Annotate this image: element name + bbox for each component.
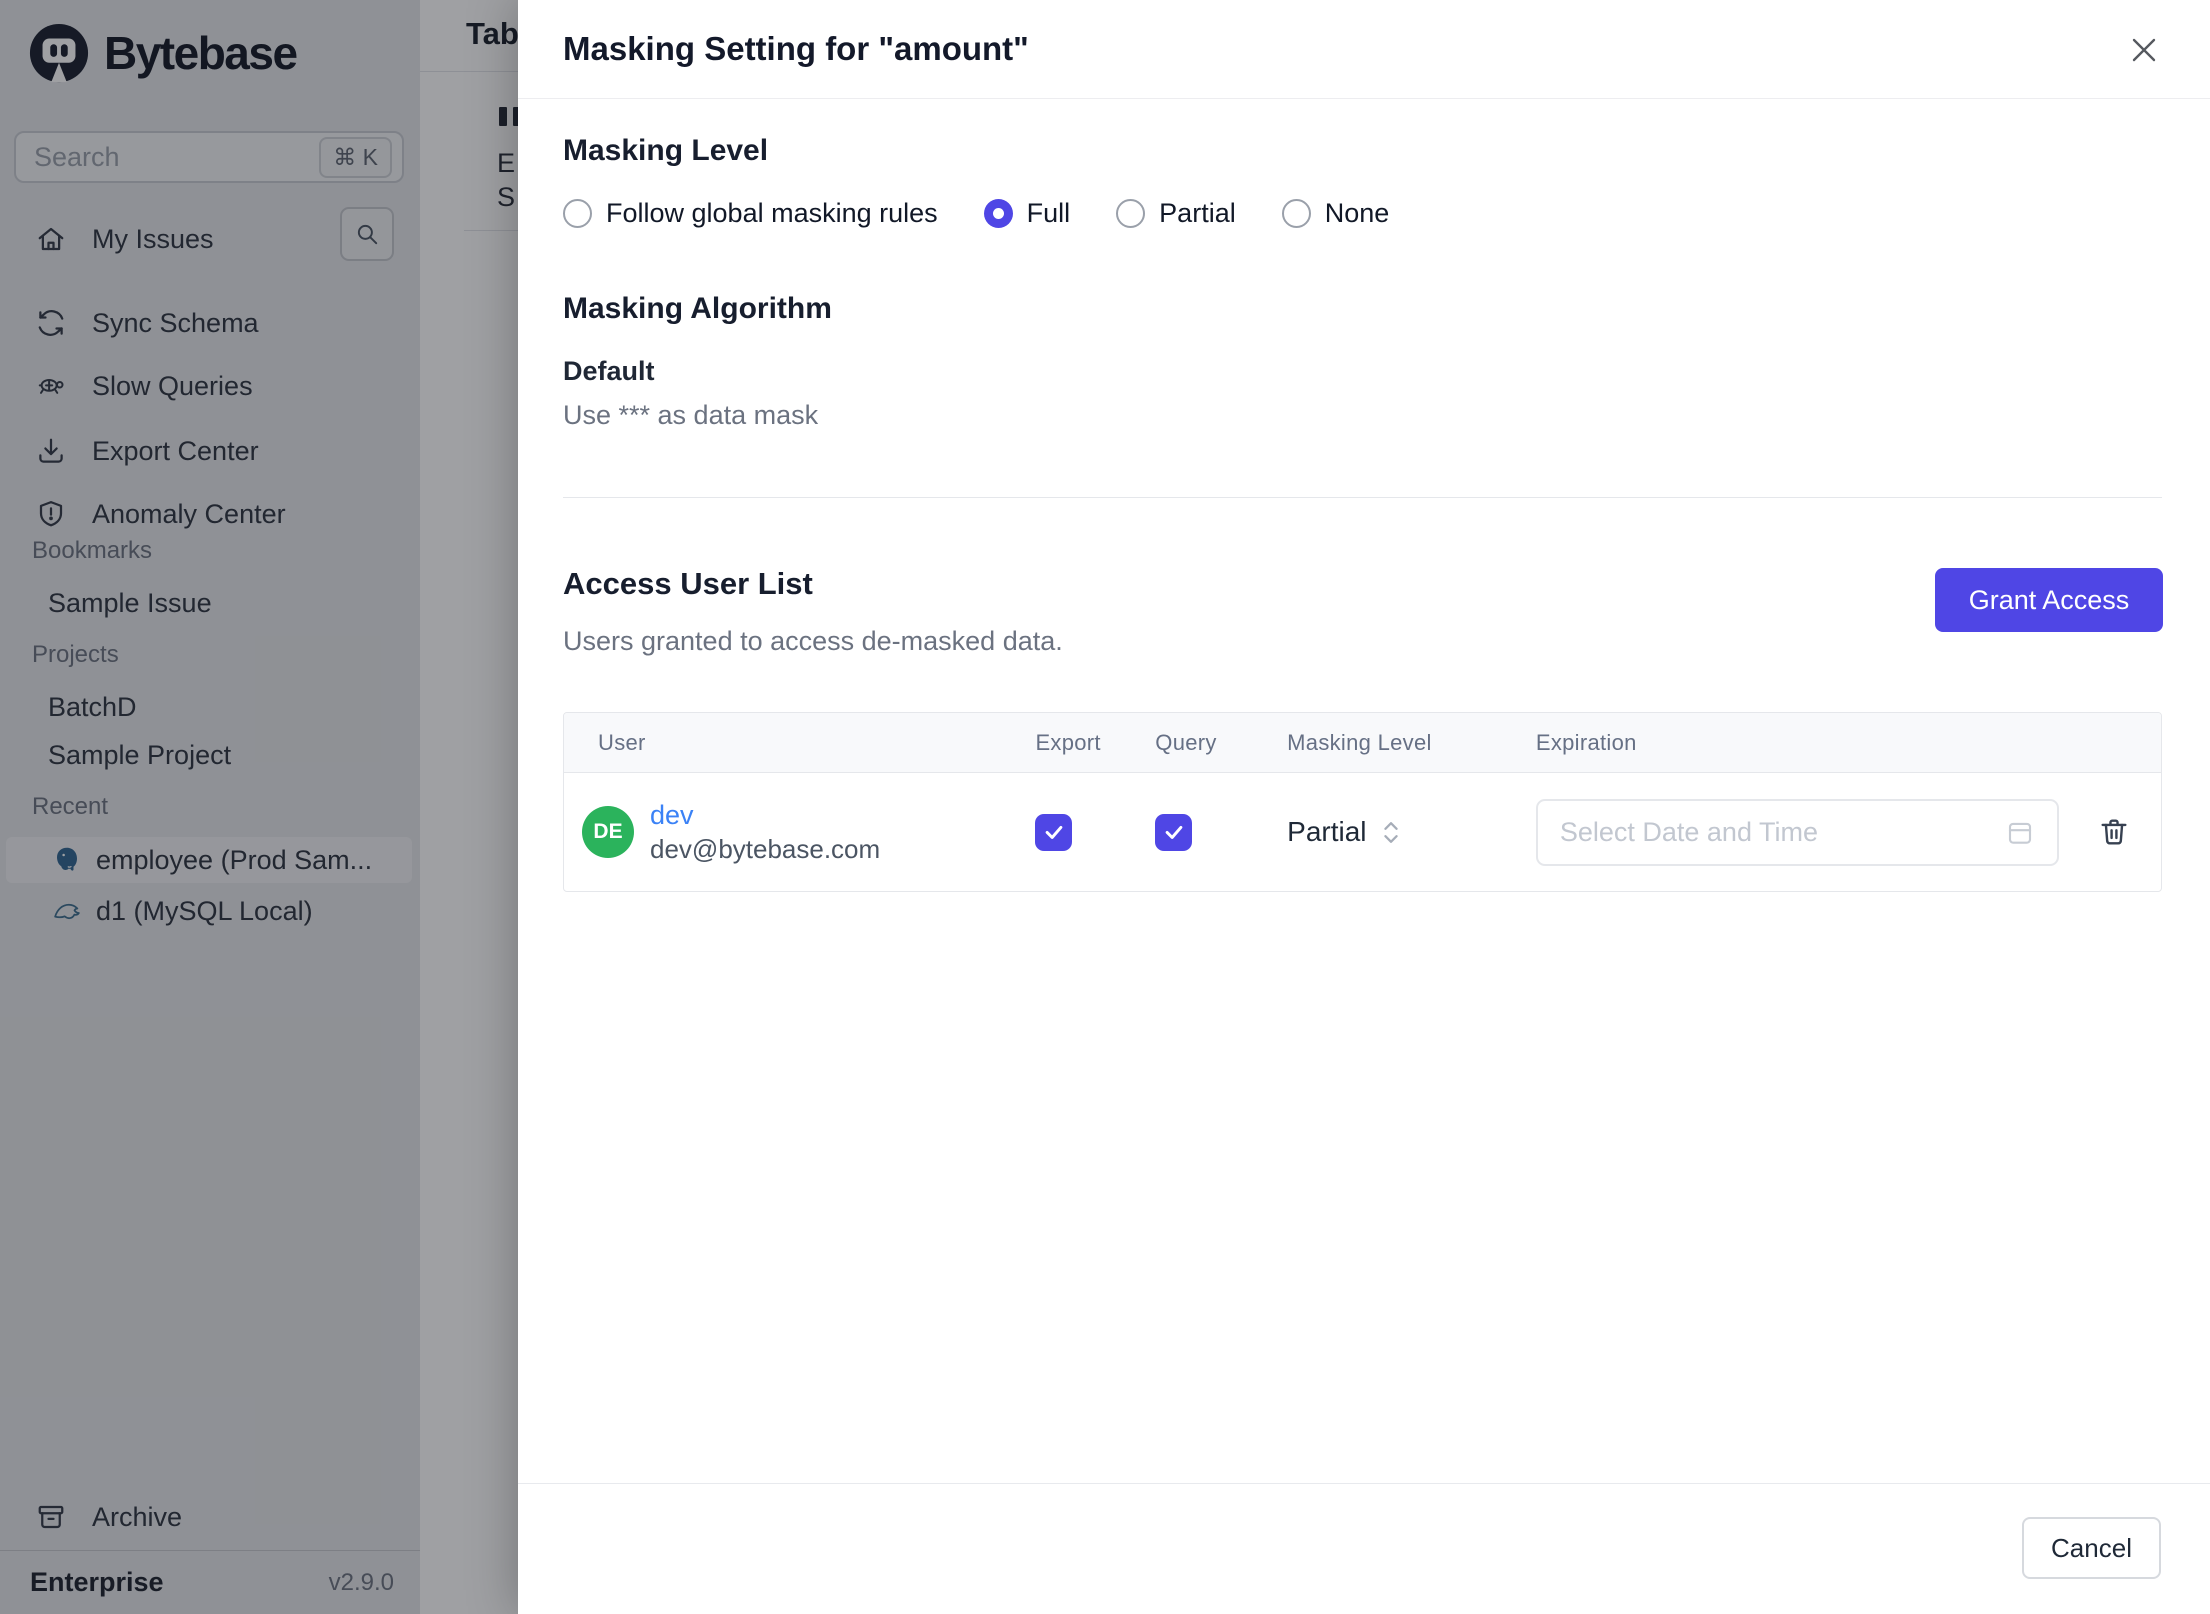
column-header-export: Export xyxy=(1035,729,1101,755)
radio-option-none[interactable]: None xyxy=(1281,198,1389,229)
radio-option-full[interactable]: Full xyxy=(983,198,1070,229)
radio-icon[interactable] xyxy=(1281,199,1311,228)
masking-level-select[interactable]: Partial xyxy=(1287,816,1366,848)
modal-title: Masking Setting for "amount" xyxy=(563,30,1029,67)
radio-option-partial[interactable]: Partial xyxy=(1116,198,1236,229)
expiration-date-input[interactable]: Select Date and Time xyxy=(1535,798,2059,866)
expiration-cell: Select Date and Time xyxy=(1512,798,2161,866)
query-checkbox[interactable] xyxy=(1155,813,1193,851)
masking-setting-modal: Masking Setting for "amount" Masking Lev… xyxy=(518,0,2210,1614)
modal-header: Masking Setting for "amount" xyxy=(518,0,2210,99)
divider xyxy=(518,1483,2210,1484)
query-cell xyxy=(1145,813,1265,851)
algorithm-name: Default xyxy=(563,356,655,386)
table-row: DE dev dev@bytebase.com Partial Select D… xyxy=(564,773,2161,891)
access-user-table: User Export Query Masking Level Expirati… xyxy=(563,712,2162,892)
masking-level-cell: Partial xyxy=(1265,816,1512,848)
divider xyxy=(563,497,2162,498)
access-user-list-subtitle: Users granted to access de-masked data. xyxy=(563,626,1063,656)
radio-icon[interactable] xyxy=(983,199,1013,228)
user-link[interactable]: dev xyxy=(650,799,880,833)
user-email: dev@bytebase.com xyxy=(650,833,881,864)
column-header-query: Query xyxy=(1155,729,1217,755)
close-icon xyxy=(2132,38,2156,62)
access-user-list-heading: Access User List xyxy=(563,566,813,601)
masking-level-heading: Masking Level xyxy=(563,134,769,167)
radio-icon[interactable] xyxy=(563,199,592,228)
radio-option-follow-global[interactable]: Follow global masking rules xyxy=(563,198,938,229)
check-icon xyxy=(1045,825,1063,839)
masking-level-options: Follow global masking rules Full Partial… xyxy=(563,198,1389,229)
close-button[interactable] xyxy=(2126,32,2162,68)
chevron-updown-icon[interactable] xyxy=(1383,821,1399,844)
export-cell xyxy=(1015,813,1145,851)
masking-algorithm-heading: Masking Algorithm xyxy=(563,292,832,325)
grant-access-button[interactable]: Grant Access xyxy=(1935,568,2163,632)
bytebase-app: Bytebase Search ⌘ K My Issues Sync Schem… xyxy=(0,0,2210,1614)
export-checkbox[interactable] xyxy=(1035,813,1073,851)
column-header-masking-level: Masking Level xyxy=(1287,729,1432,755)
radio-icon[interactable] xyxy=(1116,199,1146,228)
column-header-user: User xyxy=(598,729,646,755)
user-cell: DE dev dev@bytebase.com xyxy=(564,799,1015,865)
calendar-icon xyxy=(2008,822,2031,844)
check-icon xyxy=(1165,825,1183,839)
avatar: DE xyxy=(582,806,634,858)
expiration-placeholder: Select Date and Time xyxy=(1559,816,1818,847)
table-header-row: User Export Query Masking Level Expirati… xyxy=(564,713,2161,773)
algorithm-description: Use *** as data mask xyxy=(563,400,819,430)
delete-trash-icon[interactable] xyxy=(2097,815,2131,849)
cancel-button[interactable]: Cancel xyxy=(2022,1517,2161,1579)
column-header-expiration: Expiration xyxy=(1535,729,1637,755)
